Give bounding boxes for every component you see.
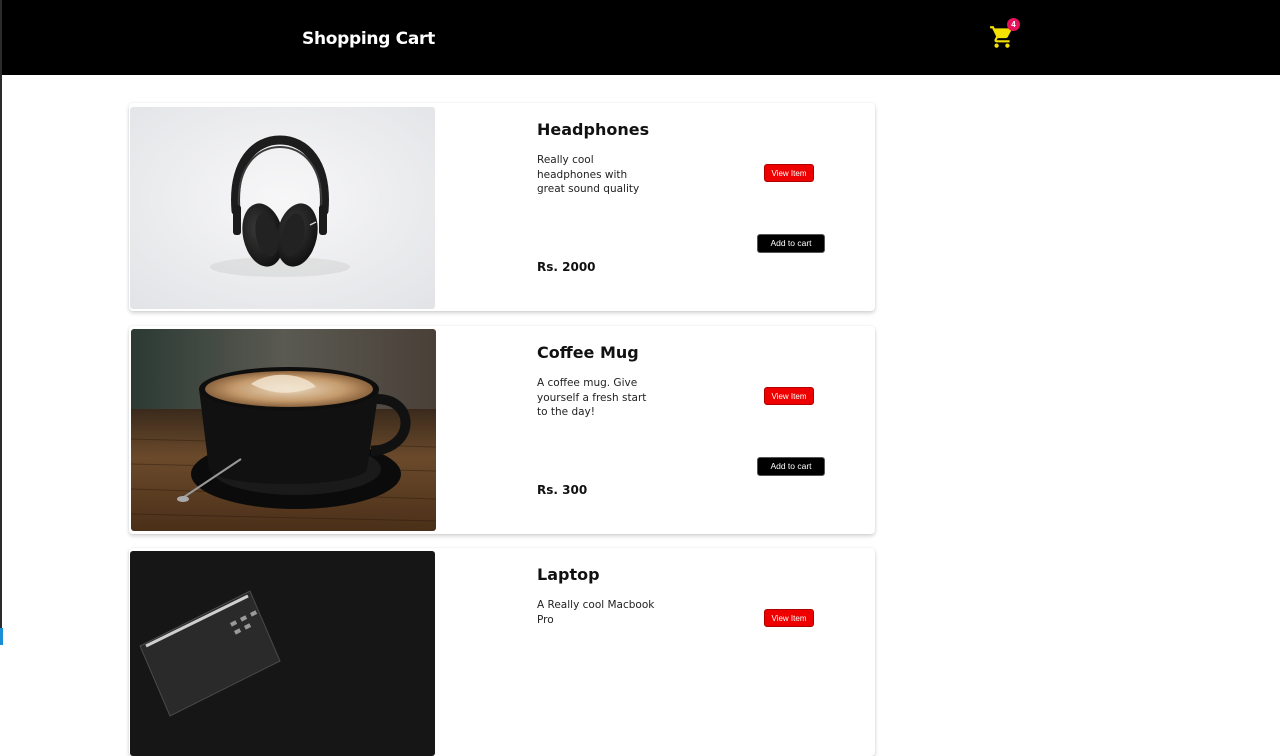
- product-card: Headphones Really cool headphones with g…: [129, 103, 875, 311]
- product-title: Headphones: [537, 120, 650, 139]
- headphones-image: [130, 107, 435, 309]
- laptop-image: [130, 551, 435, 756]
- view-item-button[interactable]: View Item: [764, 387, 814, 405]
- view-item-button[interactable]: View Item: [764, 609, 814, 627]
- product-card: Laptop A Really cool Macbook Pro View It…: [129, 548, 875, 756]
- coffee-mug-image: [131, 329, 436, 531]
- product-price: Rs. 300: [537, 483, 588, 497]
- navbar: [2, 0, 1280, 75]
- product-description: A Really cool Macbook Pro: [537, 599, 655, 626]
- product-price: Rs. 2000: [537, 260, 596, 274]
- app-title: Shopping Cart: [302, 29, 435, 49]
- add-to-cart-button[interactable]: Add to cart: [757, 457, 825, 476]
- product-description: A coffee mug. Give yourself a fresh star…: [537, 377, 647, 418]
- window-edge: [0, 0, 2, 645]
- product-title: Laptop: [537, 565, 600, 584]
- view-item-button[interactable]: View Item: [764, 164, 814, 182]
- product-title: Coffee Mug: [537, 343, 639, 362]
- cart-count-badge: 4: [1007, 18, 1020, 31]
- window-edge-accent: [0, 628, 3, 645]
- add-to-cart-button[interactable]: Add to cart: [757, 234, 825, 253]
- product-description: Really cool headphones with great sound …: [537, 154, 640, 195]
- product-card: Coffee Mug A coffee mug. Give yourself a…: [129, 326, 875, 534]
